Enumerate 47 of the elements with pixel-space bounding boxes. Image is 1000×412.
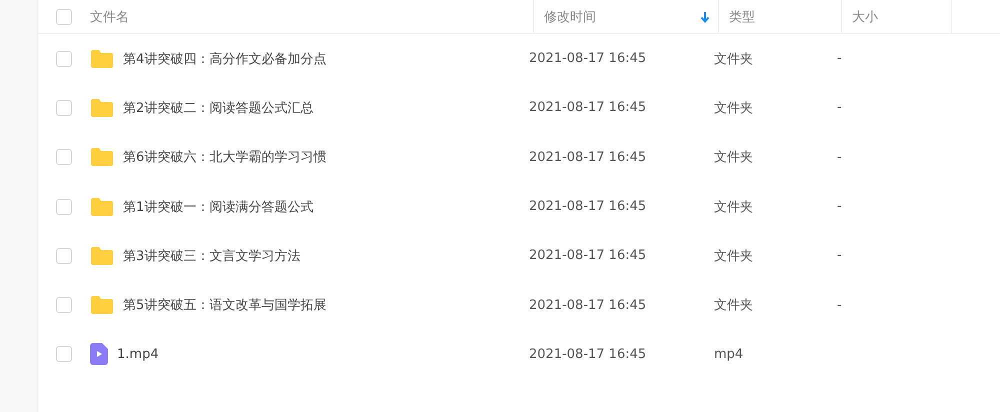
file-type: 文件夹 — [714, 100, 753, 116]
column-header[interactable]: 大小 — [841, 0, 951, 33]
modified-time: 2021-08-17 16:45 — [529, 51, 646, 66]
file-name[interactable]: 第2讲突破二：阅读答题公式汇总 — [123, 98, 314, 117]
row-checkbox[interactable] — [56, 346, 72, 362]
file-type: 文件夹 — [714, 52, 753, 67]
video-file-icon — [90, 343, 108, 366]
file-name[interactable]: 第5讲突破五：语文改革与国学拓展 — [123, 296, 326, 314]
file-name[interactable]: 第4讲突破四：高分作文必备加分点 — [123, 50, 326, 68]
file-size: - — [837, 298, 842, 313]
row-checkbox[interactable] — [56, 100, 72, 116]
modified-time: 2021-08-17 16:45 — [529, 248, 646, 264]
file-size: - — [837, 199, 842, 214]
sort-arrow-icon — [700, 10, 710, 22]
folder-icon — [90, 295, 114, 316]
folder-icon — [90, 196, 114, 217]
row-checkbox[interactable] — [56, 297, 72, 314]
file-size: - — [837, 51, 842, 66]
file-name[interactable]: 第6讲突破六：北大学霸的学习习惯 — [123, 148, 326, 166]
column-header[interactable]: 类型 — [718, 0, 841, 33]
modified-time: 2021-08-17 16:45 — [529, 298, 646, 313]
file-size: - — [837, 100, 842, 116]
file-name[interactable]: 第1讲突破一：阅读满分答题公式 — [123, 198, 314, 216]
row-checkbox[interactable] — [56, 50, 72, 67]
folder-icon — [90, 246, 114, 266]
modified-time: 2021-08-17 16:45 — [529, 100, 646, 116]
folder-icon — [90, 48, 114, 69]
select-all-checkbox[interactable] — [56, 8, 72, 24]
column-header[interactable]: 修改时间 — [533, 0, 718, 33]
file-size: - — [837, 248, 842, 264]
column-header[interactable]: 文件名 — [90, 0, 533, 33]
modified-time: 2021-08-17 16:45 — [529, 346, 646, 362]
row-checkbox[interactable] — [56, 198, 72, 215]
file-type: 文件夹 — [714, 200, 753, 215]
file-name[interactable]: 1.mp4 — [117, 346, 159, 362]
modified-time: 2021-08-17 16:45 — [529, 150, 646, 165]
folder-icon — [90, 147, 114, 168]
row-checkbox[interactable] — [56, 149, 72, 166]
file-name[interactable]: 第3讲突破三：文言文学习方法 — [123, 246, 300, 265]
file-size: - — [837, 150, 842, 165]
file-type: mp4 — [714, 346, 744, 362]
file-type: 文件夹 — [714, 248, 753, 264]
file-type: 文件夹 — [714, 150, 753, 166]
file-type: 文件夹 — [714, 298, 753, 314]
row-checkbox[interactable] — [56, 248, 72, 264]
modified-time: 2021-08-17 16:45 — [529, 199, 646, 214]
folder-icon — [90, 98, 114, 118]
